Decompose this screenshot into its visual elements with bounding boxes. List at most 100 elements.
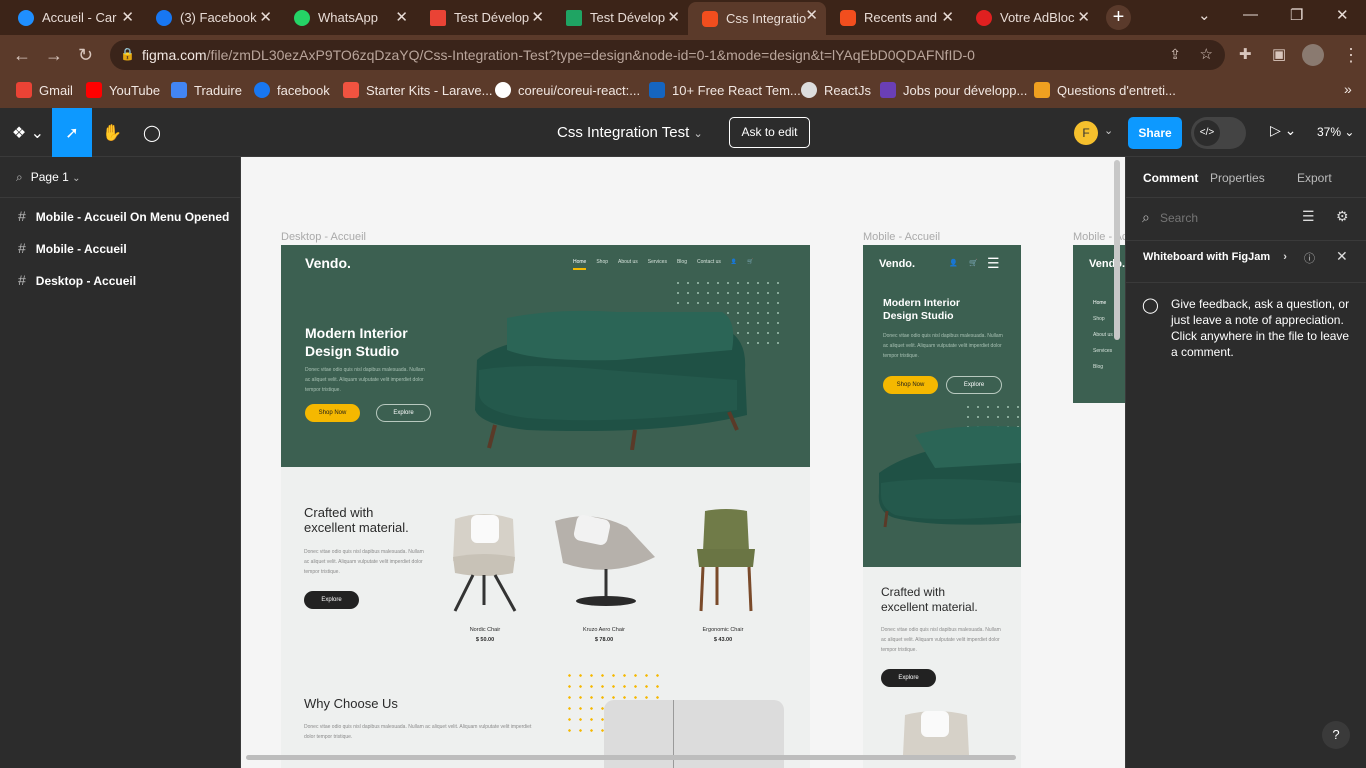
mobile-nav-shop[interactable]: Shop bbox=[1093, 311, 1113, 327]
cart-icon[interactable]: 🛒 bbox=[747, 259, 753, 270]
product-nordic[interactable]: Nordic Chair $ 50.00 bbox=[444, 627, 526, 643]
close-icon[interactable]: ✕ bbox=[531, 8, 544, 26]
canvas-horizontal-scrollbar[interactable] bbox=[246, 755, 1016, 760]
mobile-nav-blog[interactable]: Blog bbox=[1093, 359, 1113, 375]
menu-dots-icon[interactable]: ⋮ bbox=[1342, 45, 1360, 66]
mobile-nav-home[interactable]: Home bbox=[1093, 295, 1113, 311]
bookmark-youtube[interactable]: YouTube bbox=[86, 82, 160, 98]
minimize-icon[interactable]: — bbox=[1243, 6, 1258, 23]
design-canvas[interactable]: Desktop - Accueil Mobile - Accueil Mobil… bbox=[241, 157, 1125, 768]
hand-tool-icon[interactable]: ✋ bbox=[92, 108, 132, 157]
cart-icon[interactable]: 🛒 bbox=[969, 259, 978, 267]
url-bar[interactable]: 🔒 figma.com/file/zmDL30ezAxP9TO6zqDzaYQ/… bbox=[110, 40, 1225, 70]
bookmark-reactjs[interactable]: ReactJs bbox=[801, 82, 871, 98]
explore-button[interactable]: Explore bbox=[376, 404, 431, 422]
whiteboard-figjam-link[interactable]: Whiteboard with FigJam › bbox=[1143, 251, 1287, 263]
user-icon[interactable]: 👤 bbox=[949, 259, 958, 267]
tab-comment[interactable]: Comment bbox=[1143, 171, 1198, 185]
bookmark-coreui[interactable]: coreui/coreui-react:... bbox=[495, 82, 640, 98]
product-ergonomic[interactable]: Ergonomic Chair $ 43.00 bbox=[682, 627, 764, 643]
user-icon[interactable]: 👤 bbox=[731, 259, 737, 270]
tab-search-icon[interactable]: ⌄ bbox=[1198, 6, 1211, 24]
bookmark-facebook[interactable]: facebook bbox=[254, 82, 330, 98]
tab-gmail-test[interactable]: Test Dévelop ✕ bbox=[416, 4, 552, 31]
close-icon[interactable]: ✕ bbox=[259, 8, 272, 26]
chevron-down-icon[interactable]: ⌄ bbox=[1104, 124, 1113, 137]
move-tool-icon[interactable]: ➚ bbox=[52, 108, 92, 157]
tab-adblock[interactable]: Votre AdBloc ✕ bbox=[962, 4, 1098, 31]
nav-blog[interactable]: Blog bbox=[677, 259, 687, 270]
desktop-hero[interactable]: Vendo. Home Shop About us Services Blog … bbox=[281, 245, 810, 467]
profile-avatar[interactable] bbox=[1302, 44, 1324, 66]
nav-about[interactable]: About us bbox=[618, 259, 638, 270]
dev-mode-toggle[interactable]: </> bbox=[1191, 117, 1246, 149]
extensions-icon[interactable]: ✚ bbox=[1239, 45, 1252, 63]
layer-mobile-accueil[interactable]: # Mobile - Accueil bbox=[18, 240, 127, 256]
tab-whatsapp[interactable]: WhatsApp ✕ bbox=[280, 4, 416, 31]
maximize-icon[interactable]: ❐ bbox=[1290, 6, 1303, 24]
nav-home[interactable]: Home bbox=[573, 259, 587, 270]
mobile-explore-button[interactable]: Explore bbox=[946, 376, 1002, 394]
avatar[interactable]: F bbox=[1074, 121, 1098, 145]
bookmark-star-icon[interactable]: ☆ bbox=[1200, 45, 1213, 63]
tab-drive-test[interactable]: Test Dévelop ✕ bbox=[552, 4, 688, 31]
tab-facebook[interactable]: (3) Facebook ✕ bbox=[142, 4, 280, 31]
settings-sliders-icon[interactable]: ⚙ bbox=[1336, 208, 1349, 225]
layer-desktop-accueil[interactable]: # Desktop - Accueil bbox=[18, 272, 136, 288]
figma-menu-icon[interactable]: ❖ ⌄ bbox=[8, 108, 48, 157]
close-icon[interactable]: ✕ bbox=[121, 8, 134, 26]
mobile-explore-dark-button[interactable]: Explore bbox=[881, 669, 936, 687]
ask-to-edit-button[interactable]: Ask to edit bbox=[729, 117, 810, 148]
hamburger-menu-icon[interactable]: ☰ bbox=[987, 255, 1000, 272]
new-tab-button[interactable]: + bbox=[1106, 5, 1131, 30]
bookmark-jobs[interactable]: Jobs pour développ... bbox=[880, 82, 1027, 98]
present-play-icon[interactable]: ▷ ⌄ bbox=[1270, 122, 1296, 139]
bookmark-react-templates[interactable]: 10+ Free React Tem... bbox=[649, 82, 801, 98]
tab-css-integration[interactable]: Css Integratio ✕ bbox=[688, 2, 826, 35]
close-icon[interactable]: ✕ bbox=[1077, 8, 1090, 26]
forward-icon[interactable]: → bbox=[45, 45, 63, 66]
close-icon[interactable]: ✕ bbox=[395, 8, 408, 26]
nav-shop[interactable]: Shop bbox=[596, 259, 608, 270]
layer-mobile-menu-opened[interactable]: # Mobile - Accueil On Menu Opened bbox=[18, 208, 229, 224]
frame-label-desktop[interactable]: Desktop - Accueil bbox=[281, 231, 366, 243]
reload-icon[interactable]: ↻ bbox=[78, 45, 93, 66]
zoom-level[interactable]: 37% ⌄ bbox=[1317, 125, 1354, 139]
shop-now-button[interactable]: Shop Now bbox=[305, 404, 360, 422]
close-icon[interactable]: ✕ bbox=[667, 8, 680, 26]
more-bookmarks-icon[interactable]: » bbox=[1344, 81, 1352, 97]
side-panel-icon[interactable]: ▣ bbox=[1272, 45, 1286, 63]
bookmark-questions[interactable]: Questions d'entreti... bbox=[1034, 82, 1176, 98]
mobile-shop-now-button[interactable]: Shop Now bbox=[883, 376, 938, 394]
back-icon[interactable]: ← bbox=[13, 45, 31, 66]
window-close-icon[interactable]: ✕ bbox=[1336, 6, 1349, 24]
mobile-nav-about[interactable]: About us bbox=[1093, 327, 1113, 343]
explore-dark-button[interactable]: Explore bbox=[304, 591, 359, 609]
frame-label-mobile[interactable]: Mobile - Accueil bbox=[863, 231, 940, 243]
info-icon[interactable]: ⓘ bbox=[1304, 250, 1315, 266]
bookmark-gmail[interactable]: Gmail bbox=[16, 82, 73, 98]
product-kruzo[interactable]: Kruzo Aero Chair $ 78.00 bbox=[563, 627, 645, 643]
tab-properties[interactable]: Properties bbox=[1210, 171, 1265, 185]
file-title[interactable]: Css Integration Test ⌄ bbox=[557, 124, 703, 141]
bookmark-starter-kits[interactable]: Starter Kits - Larave... bbox=[343, 82, 492, 98]
nav-services[interactable]: Services bbox=[648, 259, 667, 270]
tab-recents[interactable]: Recents and ✕ bbox=[826, 4, 962, 31]
mobile-nav-services[interactable]: Services bbox=[1093, 343, 1113, 359]
tab-accueil[interactable]: Accueil - Car ✕ bbox=[4, 4, 142, 31]
close-icon[interactable]: ✕ bbox=[805, 6, 818, 24]
mobile-hero[interactable]: Vendo. 👤 🛒 ☰ Modern Interior Design Studi… bbox=[863, 245, 1021, 567]
share-button[interactable]: Share bbox=[1128, 117, 1182, 149]
close-icon[interactable]: ✕ bbox=[941, 8, 954, 26]
nav-contact[interactable]: Contact us bbox=[697, 259, 721, 270]
page-selector[interactable]: ⌕ Page 1 ⌄ bbox=[16, 170, 81, 185]
canvas-vertical-scrollbar[interactable] bbox=[1114, 160, 1120, 340]
help-button[interactable]: ? bbox=[1322, 721, 1350, 749]
share-page-icon[interactable]: ⇪ bbox=[1169, 46, 1181, 63]
tab-export[interactable]: Export bbox=[1297, 171, 1332, 185]
search-icon[interactable]: ⌕ bbox=[16, 170, 23, 184]
comment-tool-icon[interactable]: ◯ bbox=[132, 108, 172, 157]
close-icon[interactable]: ✕ bbox=[1336, 248, 1348, 265]
filter-icon[interactable]: ☰ bbox=[1302, 208, 1315, 225]
bookmark-traduire[interactable]: Traduire bbox=[171, 82, 242, 98]
